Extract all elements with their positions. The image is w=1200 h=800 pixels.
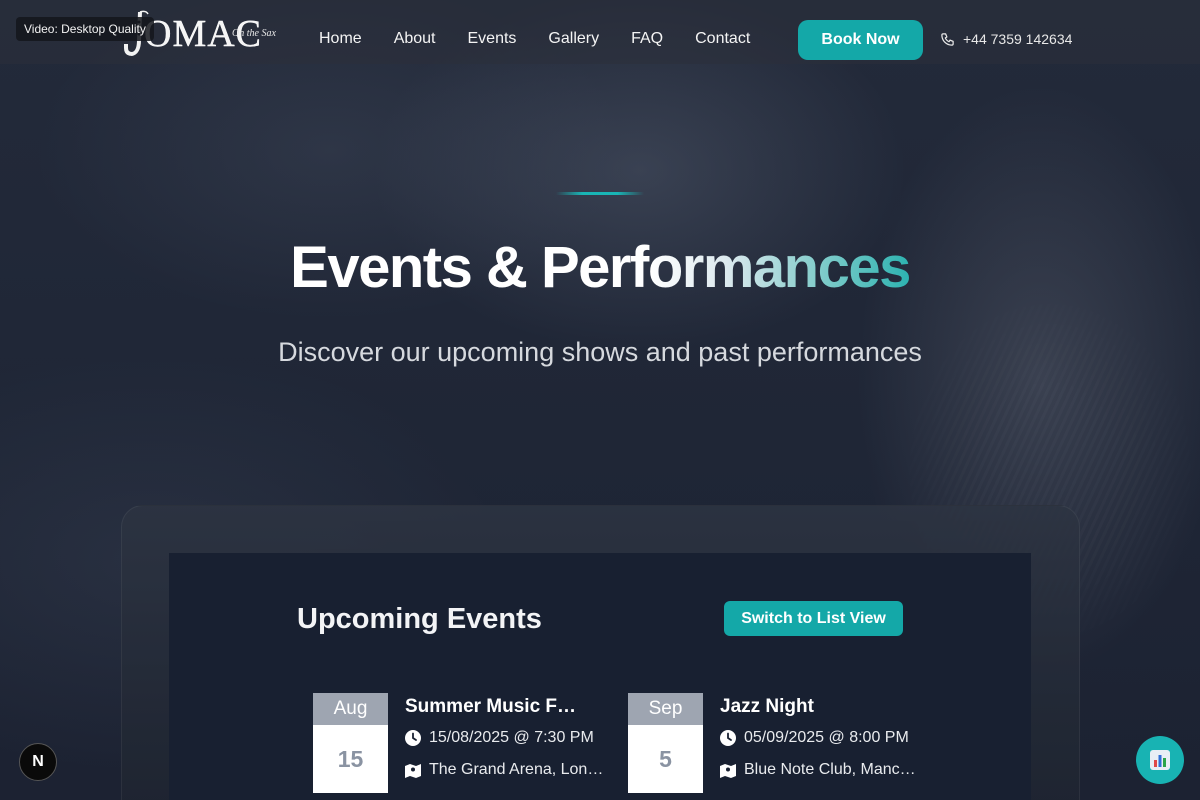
event-day: 5 — [628, 725, 703, 793]
nav-about[interactable]: About — [394, 30, 436, 48]
top-navigation: Video: Desktop Quality OMAC On the Sax H… — [0, 0, 1200, 64]
event-month: Sep — [628, 693, 703, 725]
event-datetime: 05/09/2025 @ 8:00 PM — [744, 729, 909, 746]
page-title-part2: ormances — [647, 235, 912, 300]
events-heading: Upcoming Events — [297, 603, 542, 635]
phone-link[interactable]: +44 7359 142634 — [940, 31, 1072, 47]
event-venue-row: The Grand Arena, London — [405, 761, 605, 779]
page-title: Events & Performances — [0, 234, 1200, 301]
event-datetime-row: 05/09/2025 @ 8:00 PM — [720, 729, 920, 747]
analytics-button[interactable] — [1136, 736, 1184, 784]
nav-events[interactable]: Events — [468, 30, 517, 48]
bar-chart-icon — [1150, 750, 1170, 770]
event-month: Aug — [313, 693, 388, 725]
nav-gallery[interactable]: Gallery — [548, 30, 599, 48]
hero-accent-line — [556, 192, 644, 195]
nav-contact[interactable]: Contact — [695, 30, 750, 48]
page-subtitle: Discover our upcoming shows and past per… — [278, 337, 922, 367]
event-venue: The Grand Arena, London — [429, 761, 605, 778]
nav-menu: Home About Events Gallery FAQ Contact — [319, 30, 782, 48]
nav-faq[interactable]: FAQ — [631, 30, 663, 48]
event-title[interactable]: Jazz Night — [720, 696, 900, 718]
event-card[interactable]: Sep 5 Jazz Night 05/09/2025 @ 8:00 PM Bl… — [628, 693, 928, 793]
event-datetime: 15/08/2025 @ 7:30 PM — [429, 729, 594, 746]
map-icon — [405, 763, 421, 778]
switch-view-button[interactable]: Switch to List View — [724, 601, 903, 636]
event-venue: Blue Note Club, Manchester — [744, 761, 920, 778]
phone-icon — [941, 32, 954, 46]
event-venue-row: Blue Note Club, Manchester — [720, 761, 920, 779]
dev-tools-badge[interactable]: N — [19, 743, 57, 781]
clock-icon — [720, 730, 736, 746]
event-datetime-row: 15/08/2025 @ 7:30 PM — [405, 729, 605, 747]
nav-home[interactable]: Home — [319, 30, 362, 48]
book-now-button[interactable]: Book Now — [798, 20, 923, 60]
event-title[interactable]: Summer Music Festival — [405, 696, 585, 718]
event-day: 15 — [313, 725, 388, 793]
page-title-part1: Events & Perf — [290, 235, 649, 300]
phone-number: +44 7359 142634 — [963, 31, 1073, 47]
clock-icon — [405, 730, 421, 746]
event-card[interactable]: Aug 15 Summer Music Festival 15/08/2025 … — [313, 693, 613, 793]
event-date: Sep 5 — [628, 693, 703, 793]
video-quality-tag: Video: Desktop Quality — [16, 17, 154, 41]
logo-tagline: On the Sax — [232, 28, 276, 39]
map-icon — [720, 763, 736, 778]
event-date: Aug 15 — [313, 693, 388, 793]
